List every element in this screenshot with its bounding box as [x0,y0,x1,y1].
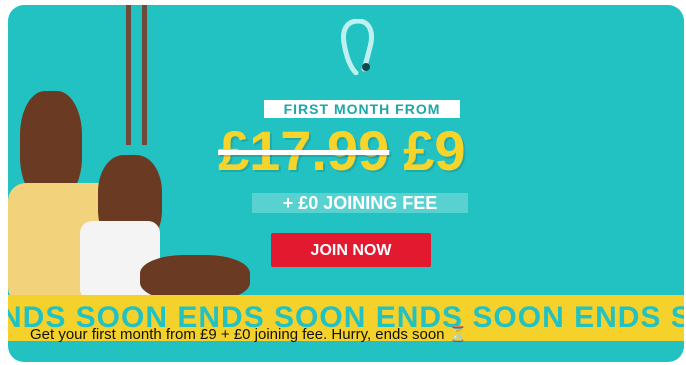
hourglass-icon: ⏳ [448,326,468,343]
ad-card[interactable]: FIRST MONTH FROM £17.99 £9 + £0 JOINING … [8,5,684,362]
rope-right [142,5,147,145]
rope-left [126,5,131,145]
price-row: £17.99 £9 [218,123,466,179]
join-now-button[interactable]: JOIN NOW [271,233,431,267]
joining-fee: + £0 JOINING FEE [252,193,468,213]
headline: FIRST MONTH FROM [264,100,460,118]
brand-logo-icon [341,19,374,75]
caption-text: Get your first month from £9 + £0 joinin… [30,326,445,343]
price-new: £9 [403,119,466,182]
ad-caption: Get your first month from £9 + £0 joinin… [30,326,467,344]
price-old: £17.99 [218,119,390,182]
